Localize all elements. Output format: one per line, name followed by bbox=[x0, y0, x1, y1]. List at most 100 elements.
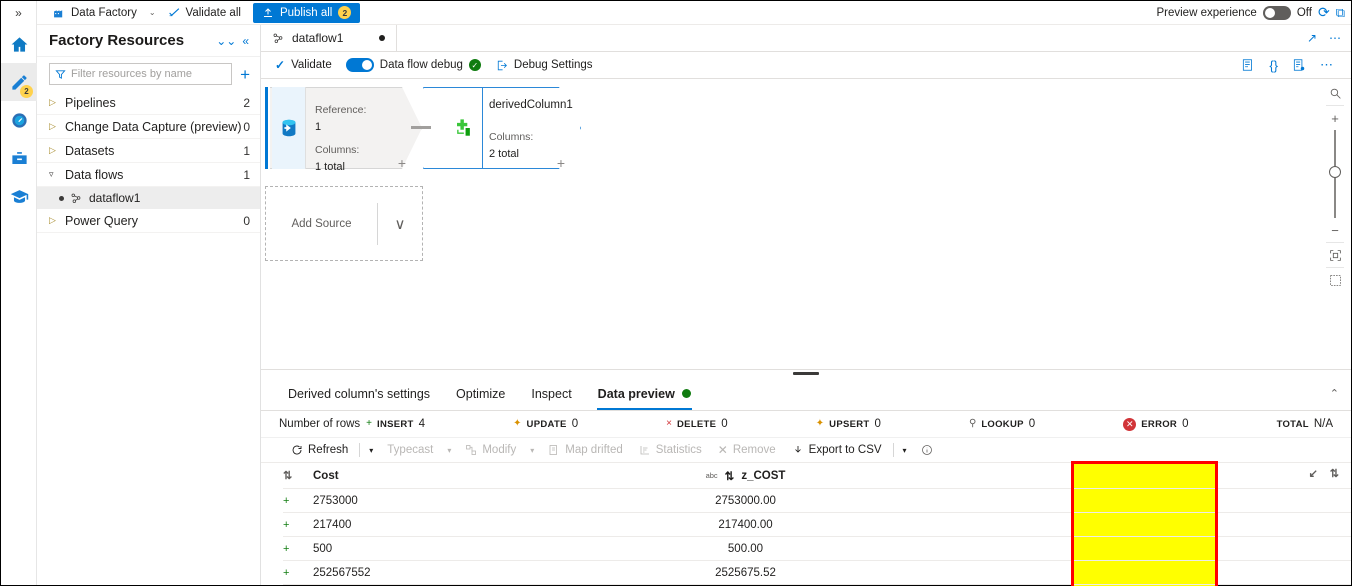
sidebar-item-change-data-capture[interactable]: ▷ Change Data Capture (preview) 0 bbox=[37, 115, 260, 139]
chevron-down-icon[interactable]: ∨ bbox=[378, 215, 422, 233]
refresh-chevron-down-icon[interactable]: ▾ bbox=[363, 446, 379, 455]
typecast-chevron-down-icon[interactable]: ▾ bbox=[441, 446, 457, 455]
search-icon[interactable] bbox=[1322, 81, 1348, 105]
derived-node-title: derivedColumn1 bbox=[489, 99, 573, 111]
export-chevron-down-icon[interactable]: ▾ bbox=[897, 446, 913, 455]
info-icon bbox=[921, 445, 932, 455]
upsert-icon: ✦ bbox=[815, 418, 825, 429]
column-header-cost[interactable]: Cost bbox=[313, 470, 658, 482]
rail-expand-icon[interactable]: » bbox=[1, 1, 36, 25]
sidebar-item-count: 0 bbox=[243, 119, 250, 134]
stat-upsert: ✦ UPSERT 0 bbox=[816, 418, 881, 430]
fit-to-screen-icon[interactable] bbox=[1322, 243, 1348, 267]
more-ellipsis-icon[interactable]: ⋯ bbox=[1320, 57, 1337, 73]
refresh-icon[interactable]: ⟳ bbox=[1318, 4, 1330, 21]
publish-all-button[interactable]: Publish all 2 bbox=[252, 2, 361, 23]
expand-column-icon[interactable]: ↙ bbox=[1309, 467, 1318, 480]
collapse-all-icon[interactable]: ⌄⌄ bbox=[213, 34, 239, 48]
debug-ready-icon: ✓ bbox=[468, 59, 481, 71]
column-header-z-cost[interactable]: abc ⇅ z_COST bbox=[658, 469, 833, 483]
zoom-in-icon[interactable]: + bbox=[1322, 106, 1348, 130]
sort-icon[interactable]: ⇅ bbox=[283, 469, 313, 482]
table-row[interactable]: + 252567552 2525675.52 bbox=[283, 561, 1351, 585]
sidebar-item-power-query[interactable]: ▷ Power Query 0 bbox=[37, 209, 260, 233]
derived-column-node[interactable]: derivedColumn1 Columns: 2 total + bbox=[423, 87, 581, 171]
search-input-wrapper[interactable] bbox=[49, 63, 233, 85]
learning-cap-icon[interactable] bbox=[1, 177, 37, 215]
cell-cost: 217400 bbox=[313, 518, 352, 531]
sidebar-item-pipelines[interactable]: ▷ Pipelines 2 bbox=[37, 91, 260, 115]
author-pencil-icon[interactable]: 2 bbox=[1, 63, 37, 101]
map-drifted-button[interactable]: Map drifted bbox=[540, 444, 631, 456]
manage-toolbox-icon[interactable] bbox=[1, 139, 37, 177]
search-input[interactable] bbox=[71, 68, 227, 80]
data-flow-debug-toggle[interactable] bbox=[345, 58, 374, 72]
tab-inspect[interactable]: Inspect bbox=[518, 377, 584, 410]
database-source-icon bbox=[282, 119, 295, 137]
table-row[interactable]: + 500 500.00 bbox=[283, 537, 1351, 561]
modify-chevron-down-icon[interactable]: ▾ bbox=[524, 446, 540, 455]
monitor-icon[interactable] bbox=[1, 101, 37, 139]
statistics-label: Statistics bbox=[655, 444, 702, 456]
info-button[interactable] bbox=[913, 444, 941, 456]
page-title: Factory Resources bbox=[49, 32, 185, 49]
data-factory-selector[interactable]: Data Factory bbox=[45, 3, 145, 23]
tab-derived-columns-settings[interactable]: Derived column's settings bbox=[275, 377, 443, 410]
add-source-label: Add Source bbox=[291, 217, 352, 230]
source-node[interactable]: Reference: 1 Columns: 1 total + bbox=[265, 87, 422, 173]
zoom-out-icon[interactable]: − bbox=[1322, 218, 1348, 242]
debug-settings-label: Debug Settings bbox=[513, 59, 593, 71]
select-region-icon[interactable] bbox=[1322, 268, 1348, 292]
remove-button[interactable]: ✕ Remove bbox=[710, 443, 784, 457]
sidebar-item-data-flows[interactable]: ▿ Data flows 1 bbox=[37, 163, 260, 187]
number-of-rows-label: Number of rows bbox=[279, 418, 361, 430]
chevron-down-icon[interactable]: ⌄ bbox=[145, 8, 160, 17]
update-icon: ✦ bbox=[513, 418, 522, 429]
table-row[interactable]: + 217400 217400.00 bbox=[283, 513, 1351, 537]
tab-data-preview[interactable]: Data preview bbox=[585, 377, 704, 410]
sidebar-item-dataflow1[interactable]: dataflow1 bbox=[37, 187, 260, 209]
expand-editor-icon[interactable]: ↗ bbox=[1307, 31, 1317, 45]
source-node-stripe bbox=[265, 87, 270, 169]
statistics-button[interactable]: Statistics bbox=[631, 444, 710, 456]
stat-value: 0 bbox=[1028, 418, 1036, 430]
refresh-button[interactable]: Refresh bbox=[283, 444, 356, 456]
export-to-csv-button[interactable]: Export to CSV bbox=[784, 444, 890, 456]
sidebar-item-datasets[interactable]: ▷ Datasets 1 bbox=[37, 139, 260, 163]
panel-splitter[interactable] bbox=[261, 369, 1351, 377]
unsaved-dot-icon bbox=[379, 35, 385, 41]
validate-button[interactable]: ✓ Validate bbox=[275, 58, 332, 72]
code-braces-icon[interactable]: {} bbox=[1269, 58, 1278, 73]
refresh-label: Refresh bbox=[308, 444, 349, 456]
dataflow-canvas[interactable]: Reference: 1 Columns: 1 total + derivedC… bbox=[261, 79, 1351, 369]
preview-experience-toggle[interactable] bbox=[1262, 5, 1291, 20]
stat-lookup: ⚲ LOOKUP 0 bbox=[969, 418, 1035, 430]
properties-icon[interactable] bbox=[1292, 58, 1306, 72]
derived-column-icon bbox=[456, 119, 470, 136]
source-node-add-icon[interactable]: + bbox=[398, 155, 406, 171]
sort-icon[interactable]: ⇅ bbox=[1330, 467, 1339, 480]
typecast-button[interactable]: Typecast bbox=[379, 444, 441, 456]
collapse-panel-chevron-icon[interactable]: ⌃ bbox=[1330, 387, 1339, 400]
columns-label: Columns: bbox=[315, 144, 360, 157]
stat-insert: + INSERT 4 bbox=[366, 418, 425, 430]
data-flow-debug-group[interactable]: Data flow debug ✓ bbox=[345, 58, 481, 72]
home-icon[interactable] bbox=[1, 25, 37, 63]
feedback-icon[interactable]: ⧉ bbox=[1336, 5, 1345, 21]
tab-dataflow1[interactable]: dataflow1 bbox=[261, 25, 397, 51]
add-resource-icon[interactable]: + bbox=[238, 66, 252, 83]
tab-optimize[interactable]: Optimize bbox=[443, 377, 518, 410]
debug-settings-button[interactable]: Debug Settings bbox=[495, 59, 593, 72]
more-ellipsis-icon[interactable]: ⋯ bbox=[1329, 31, 1341, 45]
collapse-panel-icon[interactable]: « bbox=[239, 34, 252, 48]
zoom-slider-thumb[interactable] bbox=[1329, 166, 1341, 178]
script-icon[interactable] bbox=[1241, 58, 1255, 72]
add-source-button[interactable]: Add Source ∨ bbox=[265, 186, 423, 261]
data-preview-grid: ⇅ Cost abc ⇅ z_COST ↙ ⇅ + 2753000 275300… bbox=[261, 461, 1351, 586]
table-row[interactable]: + 2753000 2753000.00 bbox=[283, 489, 1351, 513]
column-sort-icon[interactable]: ⇅ bbox=[725, 469, 735, 483]
modify-button[interactable]: Modify bbox=[457, 444, 524, 456]
zoom-slider[interactable] bbox=[1322, 130, 1348, 218]
derived-node-add-icon[interactable]: + bbox=[557, 155, 565, 171]
validate-all-button[interactable]: Validate all bbox=[160, 3, 249, 23]
